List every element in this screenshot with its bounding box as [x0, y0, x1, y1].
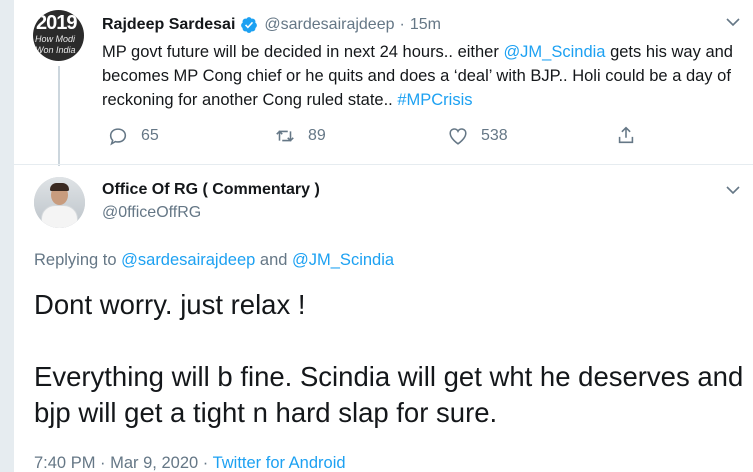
tweet-text: Dont worry. just relax ! Everything will… — [34, 287, 749, 431]
thread-connector-line — [58, 66, 60, 166]
reply-count: 65 — [141, 127, 159, 144]
reply-icon — [109, 128, 127, 146]
tweet-text-part: MP govt future will be decided in next 2… — [102, 43, 504, 61]
avatar-figure — [50, 183, 69, 191]
avatar-text: 2019 — [36, 12, 77, 34]
share-button[interactable] — [615, 124, 649, 146]
tweet-time[interactable]: 7:40 PM — [34, 454, 95, 472]
tweet-thread: 2019 How Modi Won India Rajdeep Sardesai… — [14, 0, 753, 472]
divider — [14, 164, 753, 165]
retweet-count: 89 — [308, 127, 326, 144]
replying-label: Replying to — [34, 251, 122, 269]
avatar-figure — [41, 205, 78, 228]
share-icon — [618, 126, 634, 144]
heart-icon — [449, 128, 467, 145]
mention-link[interactable]: @sardesairajdeep — [121, 251, 255, 269]
mention-link[interactable]: @JM_Scindia — [292, 251, 394, 269]
separator-dot: · — [399, 16, 405, 33]
tweet-text: MP govt future will be decided in next 2… — [102, 40, 752, 112]
author-name[interactable]: Rajdeep Sardesai — [102, 16, 235, 34]
left-gutter — [0, 0, 14, 472]
verified-badge-icon — [240, 16, 258, 34]
tweet-meta: 7:40 PM · Mar 9, 2020 · Twitter for Andr… — [34, 454, 346, 472]
like-button[interactable]: 538 — [447, 125, 508, 147]
mention-link[interactable]: @JM_Scindia — [503, 43, 605, 61]
tweet-paragraph: Everything will b fine. Scindia will get… — [34, 361, 744, 428]
chevron-down-icon[interactable] — [725, 14, 741, 30]
tweet-timestamp[interactable]: 15m — [410, 16, 441, 34]
retweet-button[interactable]: 89 — [274, 125, 326, 147]
avatar-text: How Modi — [35, 34, 76, 44]
hashtag-link[interactable]: #MPCrisis — [397, 91, 472, 109]
tweet-date[interactable]: Mar 9, 2020 — [110, 454, 198, 472]
chevron-down-icon[interactable] — [725, 182, 741, 198]
avatar-office-rg[interactable] — [34, 177, 85, 228]
separator-dot: · — [198, 454, 213, 472]
replying-to: Replying to @sardesairajdeep and @JM_Sci… — [34, 251, 394, 270]
author-name[interactable]: Office Of RG ( Commentary ) — [102, 181, 320, 199]
source-link[interactable]: Twitter for Android — [213, 454, 346, 472]
tweet-header: Rajdeep Sardesai @sardesairajdeep · 15m — [102, 14, 441, 36]
author-handle[interactable]: @0fficeOffRG — [102, 204, 201, 222]
avatar-text: Won India — [35, 45, 76, 55]
reply-button[interactable]: 65 — [107, 125, 159, 147]
author-handle[interactable]: @sardesairajdeep — [264, 16, 394, 34]
separator-dot: · — [95, 454, 111, 472]
retweet-icon — [276, 130, 294, 142]
replying-label: and — [255, 251, 293, 269]
like-count: 538 — [481, 127, 508, 144]
tweet-paragraph: Dont worry. just relax ! — [34, 289, 306, 320]
avatar-rajdeep[interactable]: 2019 How Modi Won India — [33, 10, 84, 61]
